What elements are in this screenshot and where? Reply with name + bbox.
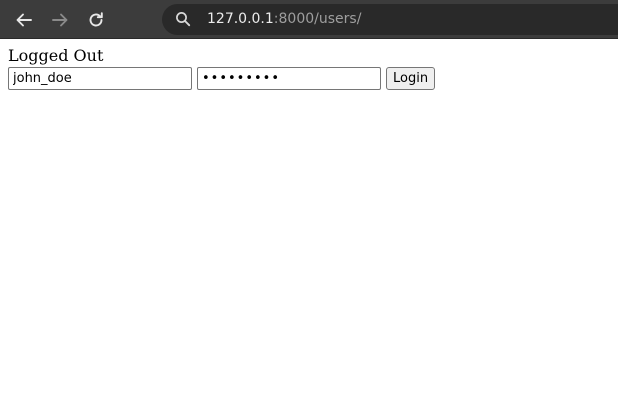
back-button[interactable] [10,6,38,34]
password-field[interactable] [197,67,381,90]
arrow-right-icon [51,11,69,29]
url-host: 127.0.0.1 [207,11,274,27]
url-path: :8000/users/ [273,11,362,27]
url-text[interactable]: 127.0.0.1:8000/users/ [207,10,361,29]
search-icon [175,11,191,27]
username-field[interactable] [8,67,192,90]
login-button[interactable]: Login [386,67,436,90]
forward-button[interactable] [46,6,74,34]
login-status-heading: Logged Out [8,46,104,65]
arrow-left-icon [15,11,33,29]
reload-button[interactable] [82,6,110,34]
reload-icon [87,11,105,29]
address-bar[interactable]: 127.0.0.1:8000/users/ [162,4,618,35]
page-content: Logged Out Login [0,39,618,418]
browser-toolbar: 127.0.0.1:8000/users/ [0,0,618,39]
